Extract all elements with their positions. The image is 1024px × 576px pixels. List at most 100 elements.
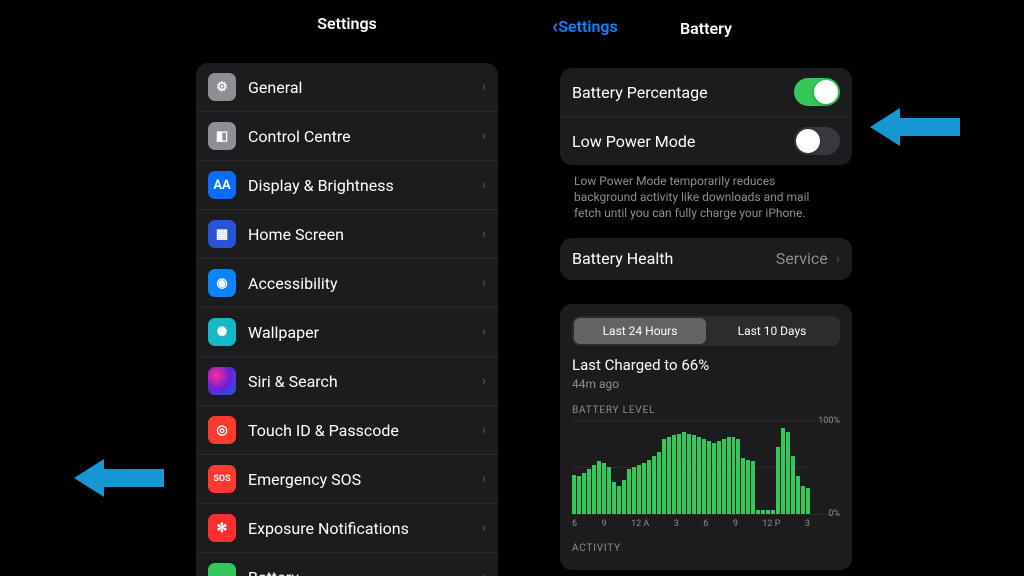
chevron-right-icon: › [482,520,486,536]
time-range-segmented[interactable]: Last 24 Hours Last 10 Days [572,316,840,346]
battery-health-row[interactable]: Battery Health Service › [560,238,852,280]
battery-bar [617,486,621,514]
battery-bar [622,480,626,513]
last-charged-title: Last Charged to 66% [572,356,840,374]
settings-row-emergency-sos[interactable]: SOSEmergency SOS› [196,455,498,504]
battery-bar [677,434,681,514]
chevron-right-icon: › [482,275,486,291]
settings-row-wallpaper[interactable]: ✺Wallpaper› [196,308,498,357]
settings-row-label: Exposure Notifications [248,519,482,538]
battery-bar [727,437,731,513]
battery-bar [732,437,736,513]
chevron-right-icon: › [482,422,486,438]
settings-row-label: Emergency SOS [248,470,482,489]
gear-icon: ⚙︎ [208,73,236,101]
low-power-toggle[interactable] [794,127,840,155]
accessibility-icon: ◉ [208,269,236,297]
battery-header: ‹ Settings Battery [546,0,866,44]
battery-title: Battery [680,19,732,38]
settings-screen: Settings ⚙︎General›◧Control Centre›AADis… [182,0,512,576]
settings-row-label: Control Centre [248,127,482,146]
battery-bar [592,465,596,513]
annotation-arrow-battery [74,455,164,501]
battery-bar [572,475,576,514]
toggle-knob [814,80,838,104]
battery-bar [781,428,785,514]
chevron-right-icon: › [482,569,486,576]
x-tick: 3 [805,519,810,529]
battery-bar [756,510,760,514]
toggles-icon: ◧ [208,122,236,150]
home-grid-icon: ▦ [208,220,236,248]
battery-bar [796,476,800,513]
low-power-label: Low Power Mode [572,132,794,151]
battery-bar [786,432,790,514]
settings-row-display-brightness[interactable]: AADisplay & Brightness› [196,161,498,210]
sos-icon: SOS [208,465,236,493]
battery-bar [662,439,666,513]
settings-row-label: Display & Brightness [248,176,482,195]
back-button[interactable]: ‹ Settings [552,14,618,38]
chevron-right-icon: › [482,79,486,95]
battery-screen: ‹ Settings Battery Battery Percentage Lo… [546,0,866,576]
battery-percentage-toggle[interactable] [794,78,840,106]
battery-bar [736,439,740,513]
settings-row-general[interactable]: ⚙︎General› [196,63,498,112]
seg-last-24h[interactable]: Last 24 Hours [574,318,706,344]
battery-bar [652,456,656,514]
battery-bar [657,452,661,513]
battery-bar [632,467,636,514]
settings-row-label: Siri & Search [248,372,482,391]
x-tick: 6 [572,519,577,529]
battery-bar [717,441,721,514]
settings-row-home-screen[interactable]: ▦Home Screen› [196,210,498,259]
health-group: Battery Health Service › [560,238,852,280]
siri-icon [208,367,236,395]
battery-percentage-row[interactable]: Battery Percentage [560,68,852,117]
fingerprint-icon: ◎ [208,416,236,444]
y-label-bot: 0% [828,509,840,519]
seg-last-10d[interactable]: Last 10 Days [706,318,838,344]
settings-content: ⚙︎General›◧Control Centre›AADisplay & Br… [182,39,512,576]
battery-content: Battery Percentage Low Power Mode Low Po… [546,44,866,570]
last-charged-sub: 44m ago [572,377,840,391]
settings-row-exposure-notifications[interactable]: ✻Exposure Notifications› [196,504,498,553]
settings-row-touch-id-passcode[interactable]: ◎Touch ID & Passcode› [196,406,498,455]
settings-row-siri-search[interactable]: Siri & Search› [196,357,498,406]
battery-bar [612,482,616,514]
chevron-right-icon: › [482,226,486,242]
battery-bar [771,510,775,514]
x-tick: 3 [674,519,679,529]
battery-health-value: Service [776,249,828,268]
x-tick: 12 P [762,519,780,529]
settings-row-battery[interactable]: ▬Battery› [196,553,498,576]
settings-row-control-centre[interactable]: ◧ Control Centre› [196,112,498,161]
battery-level-chart: 100% 0% [572,420,840,515]
settings-group: ⚙︎General›◧Control Centre›AADisplay & Br… [196,63,498,576]
battery-bar [746,460,750,514]
usage-group: Last 24 Hours Last 10 Days Last Charged … [560,304,852,570]
battery-bar [692,435,696,513]
battery-bar [577,476,581,513]
battery-percentage-label: Battery Percentage [572,83,794,102]
y-label-top: 100% [818,416,840,426]
battery-bar [801,486,805,514]
chevron-right-icon: › [482,128,486,144]
low-power-row[interactable]: Low Power Mode [560,117,852,165]
settings-row-label: Wallpaper [248,323,482,342]
chevron-right-icon: › [482,324,486,340]
settings-row-label: Battery [248,568,482,576]
settings-row-accessibility[interactable]: ◉Accessibility› [196,259,498,308]
battery-bar [672,435,676,513]
battery-bar [597,461,601,513]
battery-bar [776,447,780,514]
battery-bar [791,456,795,514]
activity-label: ACTIVITY [572,543,840,554]
x-tick: 6 [703,519,708,529]
battery-bar [637,465,641,513]
battery-bar [602,463,606,513]
settings-title: Settings [317,14,377,33]
battery-bar [587,469,591,514]
chevron-right-icon: › [482,177,486,193]
battery-bar [707,441,711,514]
